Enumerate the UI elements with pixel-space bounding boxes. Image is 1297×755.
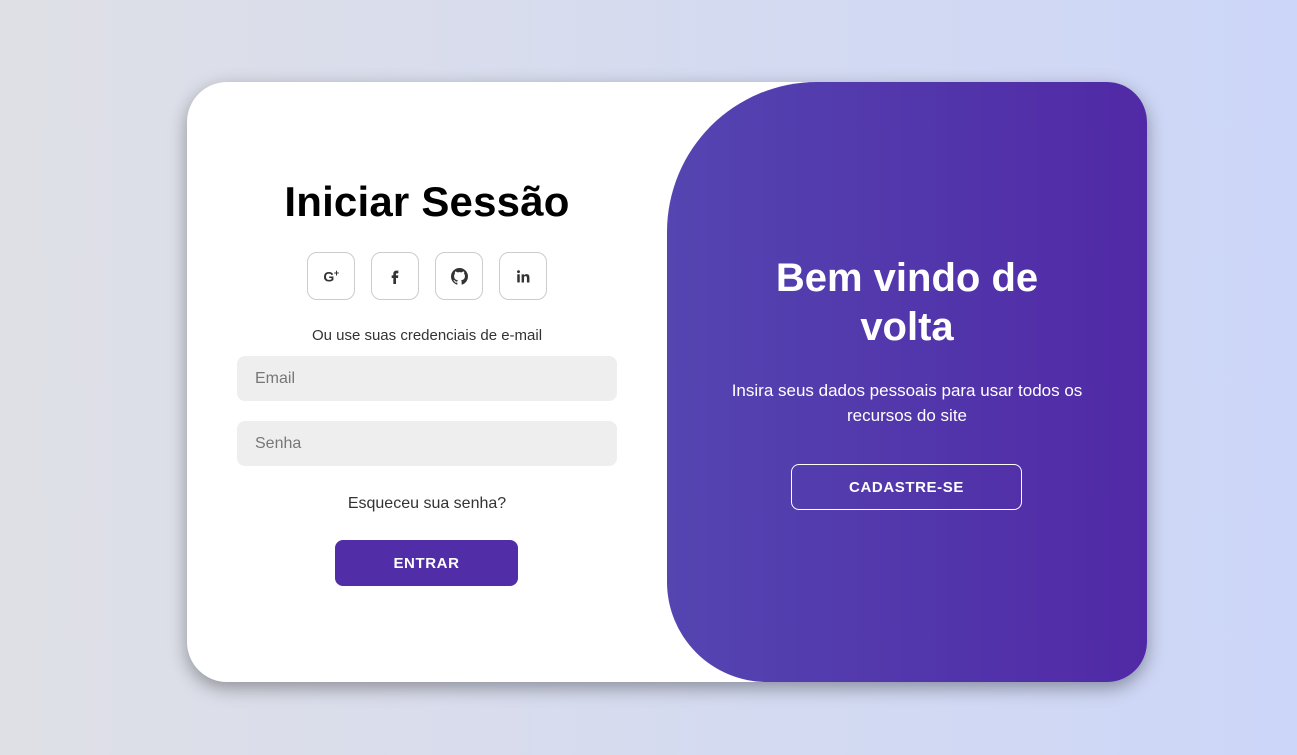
welcome-description: Insira seus dados pessoais para usar tod…	[731, 381, 1083, 425]
signin-form: Iniciar Sessão G+ Ou use suas credenciai…	[187, 82, 667, 682]
facebook-button[interactable]	[371, 252, 419, 300]
credentials-hint: Ou use suas credenciais de e-mail	[311, 327, 543, 344]
github-icon	[450, 267, 468, 285]
linkedin-button[interactable]	[499, 252, 547, 300]
google-plus-icon: G+	[323, 267, 339, 285]
facebook-icon	[391, 270, 399, 284]
social-login-group: G+	[307, 252, 547, 302]
welcome-title: Bem vindo de volta	[775, 256, 1039, 349]
welcome-panel: Bem vindo de volta Insira seus dados pes…	[667, 82, 1147, 682]
linkedin-icon	[516, 269, 529, 282]
google-plus-button[interactable]: G+	[307, 252, 355, 300]
enter-button[interactable]: ENTRAR	[335, 540, 518, 586]
forgot-password-link[interactable]: Esqueceu sua senha?	[187, 495, 667, 513]
github-button[interactable]	[435, 252, 483, 300]
password-field[interactable]	[237, 421, 617, 466]
login-card: Iniciar Sessão G+ Ou use suas credenciai…	[187, 82, 1147, 682]
signin-title: Iniciar Sessão	[284, 178, 570, 225]
signup-button[interactable]: CADASTRE-SE	[791, 464, 1022, 510]
email-field[interactable]	[237, 356, 617, 401]
